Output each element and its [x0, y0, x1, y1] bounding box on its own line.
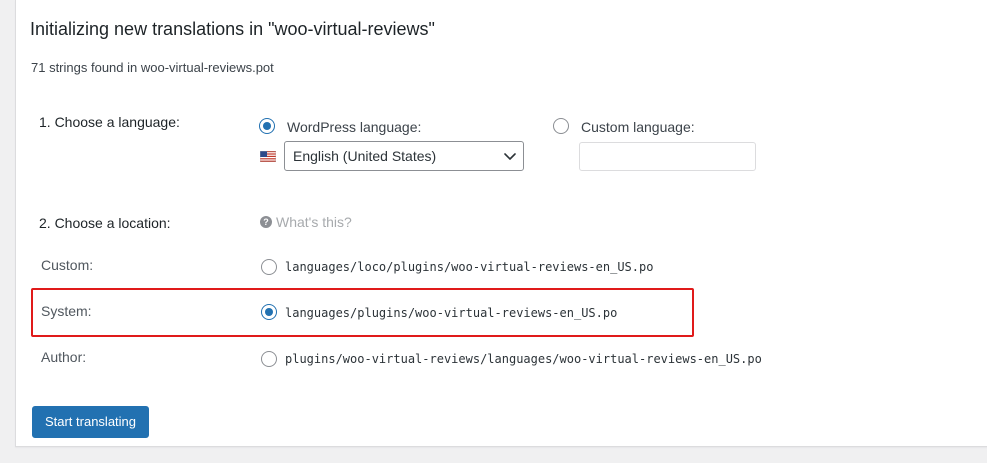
language-select[interactable]: English (United States) [284, 141, 524, 171]
system-row-highlight [31, 288, 694, 337]
location-radio-custom[interactable] [261, 259, 277, 275]
strings-count: 71 strings found in woo-virtual-reviews.… [31, 60, 274, 75]
language-heading: 1. Choose a language: [39, 114, 180, 130]
custom-language-radio[interactable] [553, 118, 569, 134]
location-label-custom: Custom: [41, 257, 94, 273]
whats-this-link[interactable]: What's this? [276, 214, 352, 230]
custom-language-input[interactable] [579, 142, 756, 171]
page-title: Initializing new translations in "woo-vi… [30, 19, 435, 39]
location-path-custom: languages/loco/plugins/woo-virtual-revie… [285, 260, 654, 274]
wordpress-language-label: WordPress language: [287, 119, 422, 135]
translation-panel: Initializing new translations in "woo-vi… [15, 0, 987, 447]
location-heading: 2. Choose a location: [39, 215, 171, 231]
chevron-down-icon [504, 153, 516, 160]
location-radio-author[interactable] [261, 351, 277, 367]
us-flag-icon [260, 151, 276, 162]
start-translating-button[interactable]: Start translating [32, 406, 149, 438]
location-path-author: plugins/woo-virtual-reviews/languages/wo… [285, 352, 762, 366]
location-label-author: Author: [41, 349, 87, 365]
custom-language-label: Custom language: [581, 119, 695, 135]
wordpress-language-radio[interactable] [259, 118, 275, 134]
language-select-value: English (United States) [293, 148, 437, 164]
help-icon[interactable]: ? [260, 216, 272, 228]
